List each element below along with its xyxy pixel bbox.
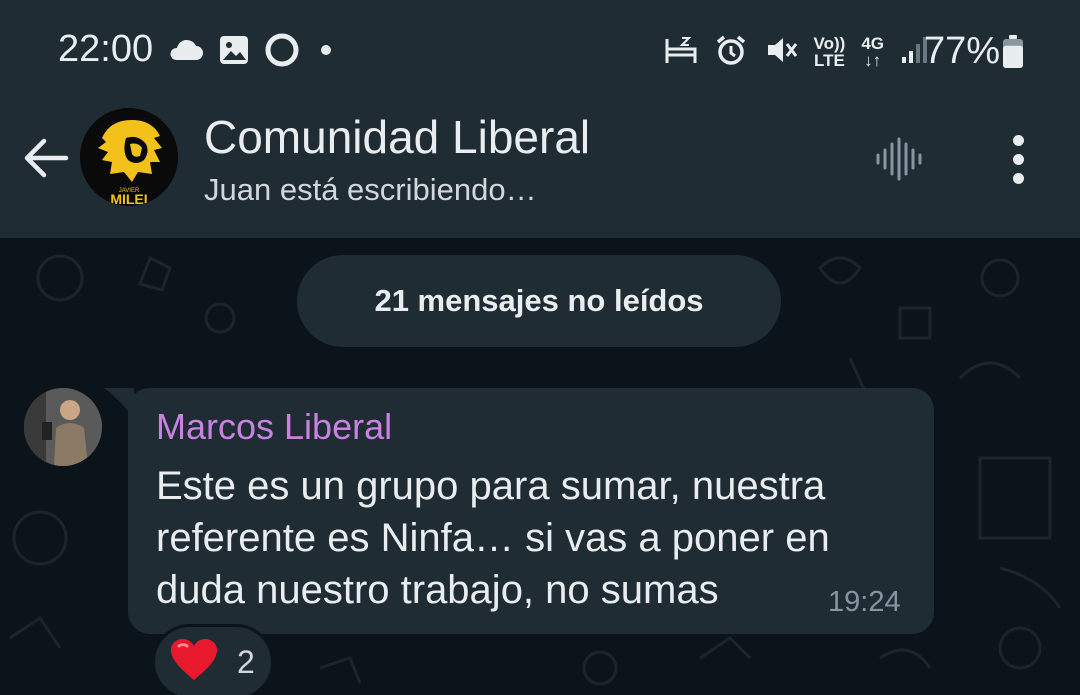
status-right-icons: Vo)) LTE 4G ↓↑	[664, 30, 930, 74]
4g-icon: 4G ↓↑	[861, 34, 884, 70]
voice-chat-button[interactable]	[872, 134, 926, 188]
heart-icon	[169, 638, 219, 687]
image-icon	[218, 34, 250, 71]
status-bar: 22:00 Vo)) LTE 4G ↓↑ 77%	[0, 0, 1080, 100]
reaction-count: 2	[237, 643, 255, 680]
mute-icon	[764, 34, 798, 71]
more-vert-icon	[1012, 134, 1024, 146]
battery-icon	[1002, 35, 1024, 74]
sender-avatar[interactable]	[24, 388, 102, 466]
message-bubble[interactable]: Marcos Liberal Este es un grupo para sum…	[128, 388, 934, 634]
group-avatar[interactable]: JAVIER MILEI	[80, 108, 178, 206]
arrow-left-icon	[22, 136, 70, 185]
voice-chat-icon	[874, 136, 924, 187]
sender-name[interactable]: Marcos Liberal	[156, 406, 392, 448]
message-text: Este es un grupo para sumar, nuestra ref…	[156, 460, 916, 616]
more-vert-icon	[1012, 172, 1024, 184]
dot-icon	[314, 38, 338, 67]
volte-icon: Vo)) LTE	[813, 34, 846, 70]
bed-icon	[664, 35, 698, 70]
circle-icon	[264, 32, 300, 73]
unread-messages-banner: 21 mensajes no leídos	[297, 255, 781, 347]
more-options-button[interactable]	[996, 132, 1040, 186]
avatar-caption: MILEI	[110, 191, 147, 206]
message-timestamp: 19:24	[828, 586, 901, 618]
lion-logo-icon: JAVIER MILEI	[80, 108, 178, 206]
chat-app-bar: JAVIER MILEI Comunidad Liberal Juan está…	[0, 100, 1080, 238]
more-vert-icon	[1012, 153, 1024, 165]
person-photo-icon	[24, 388, 102, 466]
status-time: 22:00	[58, 28, 154, 70]
cloud-icon	[168, 38, 204, 67]
message-line: duda nuestro trabajo, no sumas	[156, 568, 719, 612]
back-button[interactable]	[18, 132, 74, 188]
message-reaction[interactable]: 2	[152, 624, 274, 695]
chat-title[interactable]: Comunidad Liberal	[204, 110, 590, 164]
message-line: Este es un grupo para sumar, nuestra	[156, 464, 826, 508]
chat-area[interactable]: 21 mensajes no leídos Marcos Liberal Est…	[0, 238, 1080, 695]
message-line: referente es Ninfa… si vas a poner en	[156, 516, 830, 560]
status-left-icons	[168, 32, 338, 72]
alarm-icon	[714, 33, 748, 72]
typing-status: Juan está escribiendo…	[204, 172, 537, 207]
battery-percent: 77%	[924, 30, 1001, 72]
header: 22:00 Vo)) LTE 4G ↓↑ 77% JAVIER MILEI Co…	[0, 0, 1080, 238]
